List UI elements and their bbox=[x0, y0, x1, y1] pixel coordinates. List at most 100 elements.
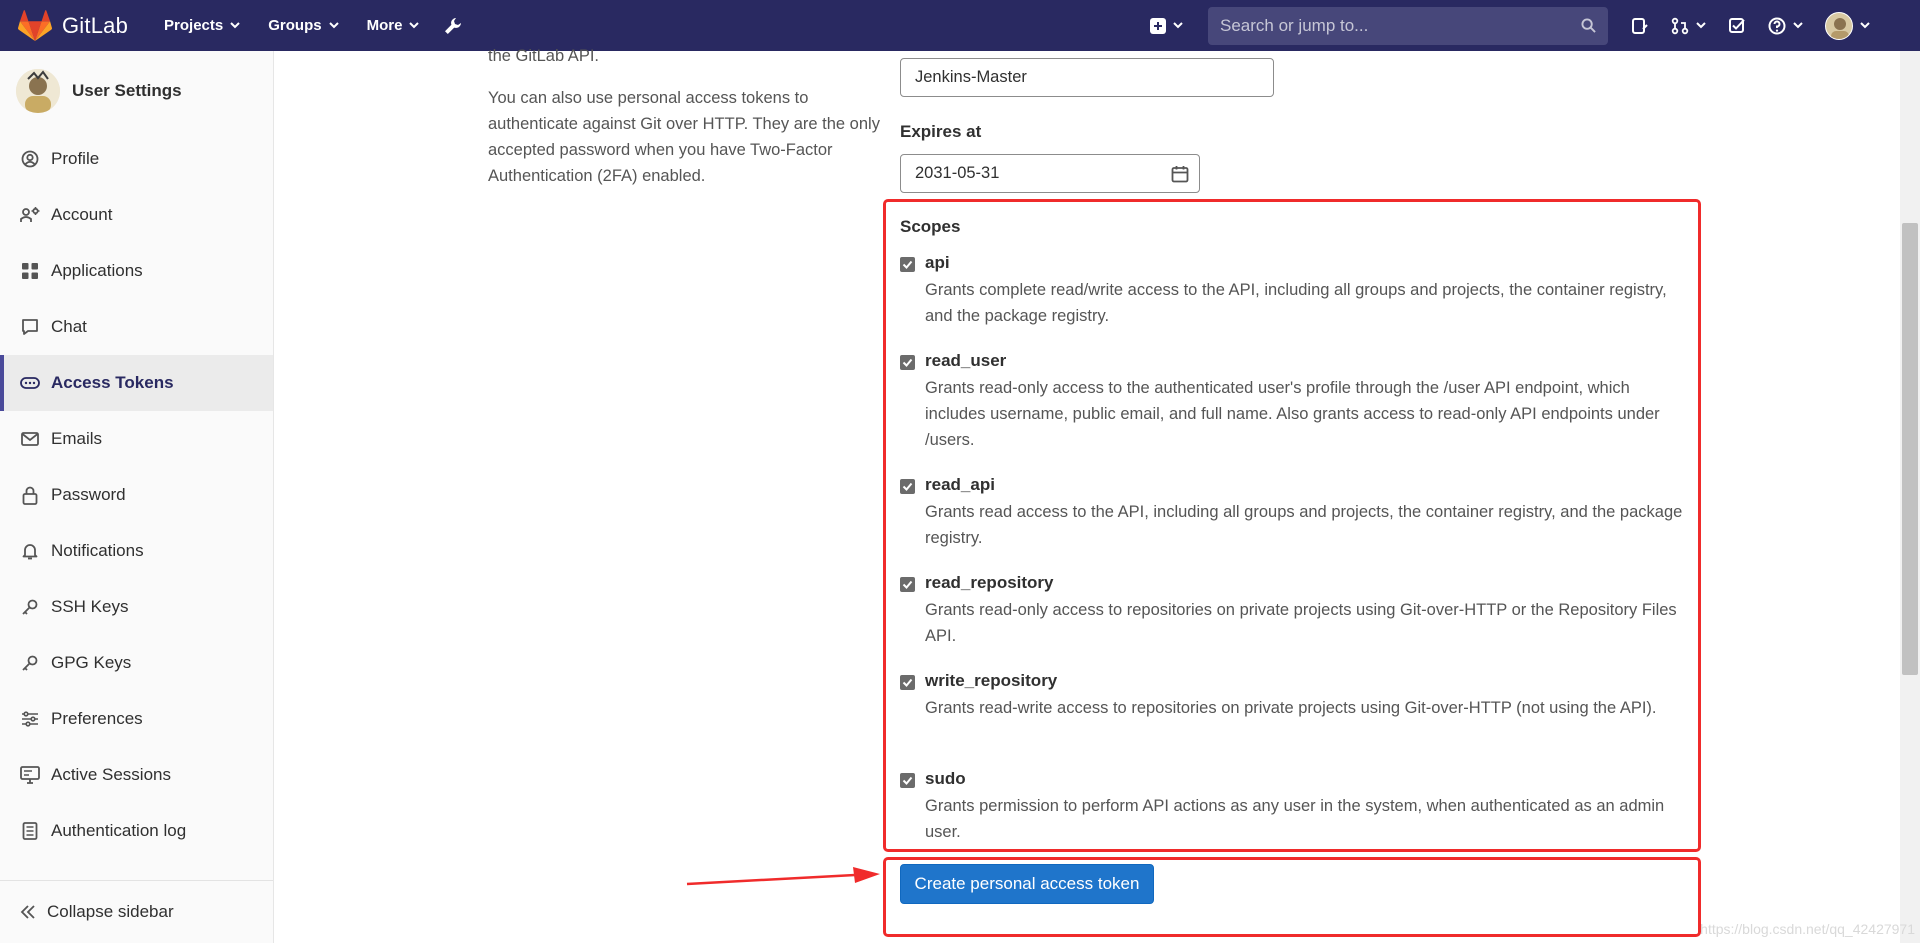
user-menu-button[interactable] bbox=[1814, 0, 1920, 51]
chat-icon bbox=[20, 317, 40, 337]
lock-icon bbox=[20, 485, 40, 505]
token-name-input[interactable]: Jenkins-Master bbox=[900, 58, 1274, 97]
sidebar-title: User Settings bbox=[72, 81, 182, 100]
nav-groups[interactable]: Groups bbox=[254, 0, 352, 51]
scope-name: sudo bbox=[925, 769, 966, 788]
sidebar-item-preferences[interactable]: Preferences bbox=[0, 691, 273, 747]
scope-api: api Grants complete read/write access to… bbox=[900, 253, 1690, 325]
profile-icon bbox=[20, 149, 40, 169]
sidebar-item-label: Profile bbox=[51, 149, 100, 168]
intro-text: You can also use personal access tokens … bbox=[488, 89, 880, 185]
scope-name: read_repository bbox=[925, 573, 1054, 592]
scope-write-repository: write_repository Grants read-write acces… bbox=[900, 671, 1690, 741]
gitlab-logo-link[interactable]: GitLab bbox=[18, 0, 128, 51]
nav-projects-label: Projects bbox=[164, 17, 224, 34]
bell-icon bbox=[20, 541, 40, 561]
scope-description: Grants read-only access to repositories … bbox=[925, 601, 1677, 645]
main-content: the GitLab API. You can also use persona… bbox=[275, 47, 1900, 943]
scope-checkbox[interactable] bbox=[900, 675, 915, 690]
monitor-icon bbox=[20, 765, 40, 785]
todo-icon bbox=[1729, 17, 1745, 33]
sidebar-item-access-tokens[interactable]: Access Tokens bbox=[0, 355, 273, 411]
collapse-sidebar-button[interactable]: Collapse sidebar bbox=[0, 880, 273, 943]
sidebar-item-password[interactable]: Password bbox=[0, 467, 273, 523]
sidebar-item-label: Notifications bbox=[51, 541, 144, 560]
scope-sudo: sudo Grants permission to perform API ac… bbox=[900, 769, 1690, 841]
applications-icon bbox=[20, 261, 40, 281]
help-icon bbox=[1768, 17, 1786, 34]
intro-text-top: the GitLab API. bbox=[488, 47, 599, 65]
merge-requests-button[interactable] bbox=[1660, 0, 1717, 51]
key-icon bbox=[20, 597, 40, 617]
sidebar-item-ssh-keys[interactable]: SSH Keys bbox=[0, 579, 273, 635]
preferences-icon bbox=[20, 709, 40, 729]
chevron-down-icon bbox=[1860, 22, 1870, 29]
scope-read-repository: read_repository Grants read-only access … bbox=[900, 573, 1690, 645]
page-scrollbar[interactable] bbox=[1900, 51, 1920, 943]
help-button[interactable] bbox=[1757, 0, 1814, 51]
collapse-sidebar-label: Collapse sidebar bbox=[47, 902, 174, 921]
issues-button[interactable] bbox=[1620, 0, 1660, 51]
sidebar-item-active-sessions[interactable]: Active Sessions bbox=[0, 747, 273, 803]
scope-checkbox[interactable] bbox=[900, 577, 915, 592]
scope-name: api bbox=[925, 253, 950, 272]
gitlab-logo-icon bbox=[18, 9, 52, 41]
sidebar-item-emails[interactable]: Emails bbox=[0, 411, 273, 467]
token-icon bbox=[20, 373, 40, 393]
nav-more-label: More bbox=[366, 17, 403, 34]
search-placeholder: Search or jump to... bbox=[1220, 15, 1369, 35]
wrench-icon bbox=[445, 17, 462, 34]
sidebar-item-label: Password bbox=[51, 485, 126, 504]
mail-icon bbox=[20, 429, 40, 449]
chevron-down-icon bbox=[328, 22, 339, 29]
log-icon bbox=[20, 821, 40, 841]
scope-description: Grants read access to the API, including… bbox=[925, 503, 1683, 547]
user-avatar bbox=[1825, 11, 1853, 40]
sidebar-item-applications[interactable]: Applications bbox=[0, 243, 273, 299]
scope-checkbox[interactable] bbox=[900, 257, 915, 272]
sidebar-item-authentication-log[interactable]: Authentication log bbox=[0, 803, 273, 859]
calendar-icon[interactable] bbox=[1171, 165, 1189, 183]
chevron-down-icon bbox=[1793, 22, 1803, 29]
scope-description: Grants read-write access to repositories… bbox=[925, 699, 1657, 717]
create-token-button[interactable]: Create personal access token bbox=[900, 864, 1154, 904]
scope-checkbox[interactable] bbox=[900, 773, 915, 788]
sidebar-item-notifications[interactable]: Notifications bbox=[0, 523, 273, 579]
chevron-down-icon bbox=[409, 22, 420, 29]
sidebar-item-label: Emails bbox=[51, 429, 103, 448]
sidebar-item-profile[interactable]: Profile bbox=[0, 131, 273, 187]
nav-projects[interactable]: Projects bbox=[150, 0, 254, 51]
scope-read-api: read_api Grants read access to the API, … bbox=[900, 475, 1690, 547]
todos-button[interactable] bbox=[1717, 0, 1757, 51]
search-input[interactable]: Search or jump to... bbox=[1208, 6, 1608, 45]
sidebar-header[interactable]: User Settings bbox=[0, 51, 273, 131]
sidebar-item-label: Chat bbox=[51, 317, 87, 336]
red-arrow-annotation bbox=[686, 867, 880, 886]
sidebar-item-gpg-keys[interactable]: GPG Keys bbox=[0, 635, 273, 691]
topbar-right: Search or jump to... bbox=[1139, 0, 1920, 51]
scope-description: Grants read-only access to the authentic… bbox=[925, 379, 1660, 449]
sidebar-item-label: Preferences bbox=[51, 709, 143, 728]
nav-more[interactable]: More bbox=[353, 0, 434, 51]
scrollbar-thumb[interactable] bbox=[1902, 223, 1918, 675]
sidebar-item-chat[interactable]: Chat bbox=[0, 299, 273, 355]
sidebar-item-account[interactable]: Account bbox=[0, 187, 273, 243]
issues-icon bbox=[1632, 17, 1648, 34]
merge-request-icon bbox=[1671, 17, 1689, 34]
sidebar-item-label: Applications bbox=[51, 261, 143, 280]
top-navbar: GitLab Projects Groups More Search or ju… bbox=[0, 0, 1920, 51]
expires-at-input[interactable]: 2031-05-31 bbox=[900, 154, 1200, 193]
new-item-button[interactable] bbox=[1139, 0, 1194, 51]
scope-checkbox[interactable] bbox=[900, 479, 915, 494]
nav-groups-label: Groups bbox=[268, 17, 322, 34]
scope-name: write_repository bbox=[925, 671, 1058, 690]
scope-name: read_api bbox=[925, 475, 995, 494]
scope-checkbox[interactable] bbox=[900, 355, 915, 370]
sidebar-item-label: GPG Keys bbox=[51, 653, 132, 672]
chevron-down-icon bbox=[1696, 22, 1706, 29]
sidebar-item-label: Account bbox=[51, 205, 113, 224]
main-nav: Projects Groups More bbox=[150, 0, 473, 51]
sidebar-item-label: Active Sessions bbox=[51, 765, 171, 784]
chevron-down-icon bbox=[1173, 22, 1183, 29]
admin-area-button[interactable] bbox=[433, 0, 473, 51]
